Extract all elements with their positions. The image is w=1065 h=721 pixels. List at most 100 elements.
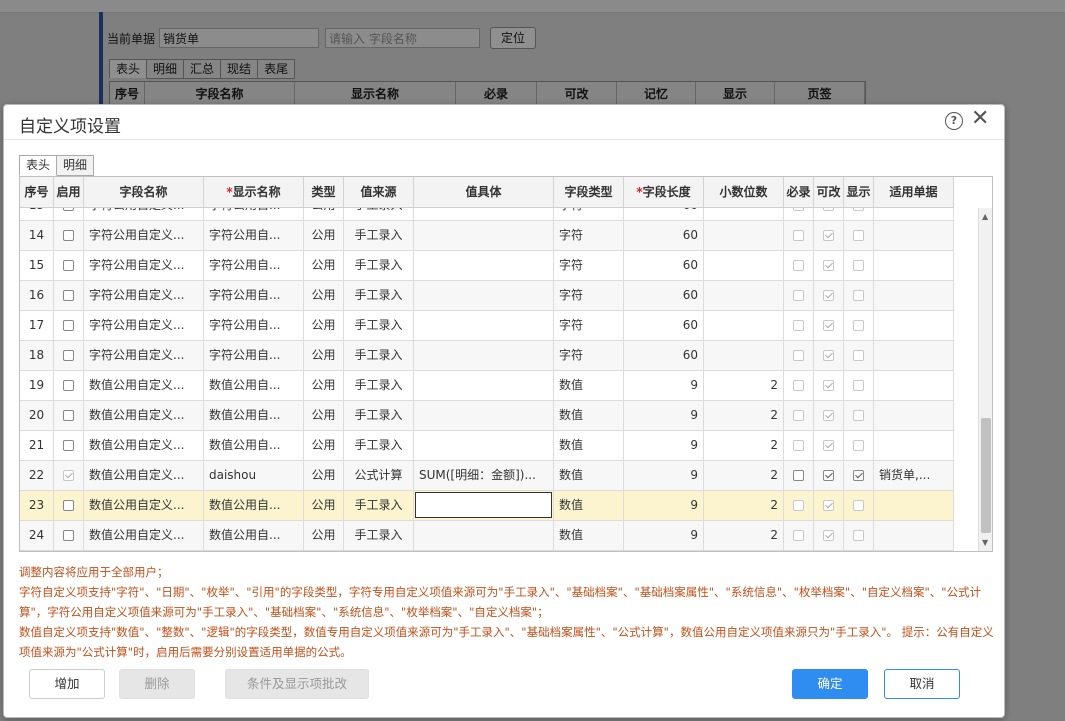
cell-value-detail[interactable] <box>414 431 554 460</box>
cell-applicable-doc[interactable] <box>874 521 954 550</box>
cell-decimals[interactable] <box>704 341 784 370</box>
table-row[interactable]: 21 数值公用自定义... 数值公用自... 公用 手工录入 数值 9 2 <box>20 431 954 461</box>
current-doc-field[interactable]: 销货单 <box>159 28 320 48</box>
cell-display-name[interactable]: 字符公用自... <box>204 221 304 250</box>
cell-applicable-doc[interactable] <box>874 491 954 520</box>
table-row[interactable]: 20 数值公用自定义... 数值公用自... 公用 手工录入 数值 9 2 <box>20 401 954 431</box>
cell-value-detail[interactable] <box>414 371 554 400</box>
cell-field-length[interactable]: 9 <box>624 401 704 430</box>
cell-value-source[interactable]: 手工录入 <box>344 431 414 460</box>
cell-enabled[interactable] <box>54 341 84 370</box>
bg-tab-cash[interactable]: 现结 <box>220 59 258 79</box>
cell-value-detail[interactable] <box>414 341 554 370</box>
cell-enabled[interactable] <box>54 221 84 250</box>
table-row[interactable]: 16 字符公用自定义... 字符公用自... 公用 手工录入 字符 60 <box>20 281 954 311</box>
cell-display-name[interactable]: 数值公用自... <box>204 431 304 460</box>
cell-field-length[interactable]: 60 <box>624 281 704 310</box>
cell-enabled[interactable] <box>54 401 84 430</box>
checkbox[interactable] <box>63 208 74 211</box>
cell-decimals[interactable]: 2 <box>704 371 784 400</box>
cell-enabled[interactable] <box>54 311 84 340</box>
cell-value-detail[interactable] <box>414 281 554 310</box>
cell-applicable-doc[interactable] <box>874 221 954 250</box>
cell-field-type[interactable]: 数值 <box>554 461 624 490</box>
cell-value-detail[interactable] <box>414 251 554 280</box>
checkbox[interactable] <box>853 470 864 481</box>
checkbox[interactable] <box>63 500 74 511</box>
cell-field-type[interactable]: 字符 <box>554 221 624 250</box>
cell-field-type[interactable]: 字符 <box>554 251 624 280</box>
checkbox[interactable] <box>63 350 74 361</box>
table-row[interactable]: 13 字符公用自定义...字符公用自...公用手工录入 字符60 <box>20 208 954 221</box>
cell-required[interactable] <box>784 461 814 490</box>
cell-value-detail[interactable] <box>414 401 554 430</box>
cell-enabled[interactable] <box>54 251 84 280</box>
bg-tab-detail[interactable]: 明细 <box>146 59 184 79</box>
cell-display-name[interactable]: 数值公用自... <box>204 371 304 400</box>
cell-field-type[interactable]: 数值 <box>554 521 624 550</box>
cell-field-length[interactable]: 9 <box>624 491 704 520</box>
cell-display-name[interactable]: 字符公用自... <box>204 281 304 310</box>
cell-field-length[interactable]: 60 <box>624 221 704 250</box>
cell-decimals[interactable] <box>704 281 784 310</box>
table-row[interactable]: 18 字符公用自定义... 字符公用自... 公用 手工录入 字符 60 <box>20 341 954 371</box>
cell-applicable-doc[interactable] <box>874 208 954 220</box>
cell-display-name[interactable]: 字符公用自... <box>204 341 304 370</box>
cell-display-name[interactable]: daishou <box>204 461 304 490</box>
cell-field-type[interactable]: 字符 <box>554 311 624 340</box>
table-row[interactable]: 15 字符公用自定义... 字符公用自... 公用 手工录入 字符 60 <box>20 251 954 281</box>
checkbox[interactable] <box>63 230 74 241</box>
cell-decimals[interactable]: 2 <box>704 491 784 520</box>
checkbox[interactable] <box>793 470 804 481</box>
cell-field-length[interactable]: 9 <box>624 461 704 490</box>
checkbox[interactable] <box>63 440 74 451</box>
cell-field-length[interactable]: 60 <box>624 341 704 370</box>
cell-applicable-doc[interactable]: 销货单,... <box>874 461 954 490</box>
cell-field-type[interactable]: 数值 <box>554 371 624 400</box>
table-row[interactable]: 14 字符公用自定义... 字符公用自... 公用 手工录入 字符 60 <box>20 221 954 251</box>
locate-button[interactable]: 定位 <box>490 27 537 49</box>
cell-value-source[interactable]: 手工录入 <box>344 208 414 220</box>
field-search-input[interactable]: 请输入 字段名称 <box>325 28 481 48</box>
cell-value-detail[interactable] <box>414 208 554 220</box>
cell-applicable-doc[interactable] <box>874 311 954 340</box>
bg-tab-header[interactable]: 表头 <box>109 59 147 78</box>
batch-edit-button[interactable]: 条件及显示项批改 <box>225 669 369 699</box>
cell-value-source[interactable]: 公式计算 <box>344 461 414 490</box>
cell-display-name[interactable]: 字符公用自... <box>204 208 304 220</box>
cell-value-source[interactable]: 手工录入 <box>344 401 414 430</box>
cell-field-length[interactable]: 60 <box>624 251 704 280</box>
cell-display-name[interactable]: 字符公用自... <box>204 311 304 340</box>
cell-enabled[interactable] <box>54 431 84 460</box>
cell-field-type[interactable]: 数值 <box>554 491 624 520</box>
cell-decimals[interactable]: 2 <box>704 401 784 430</box>
cell-editable[interactable] <box>814 461 844 490</box>
cell-field-type[interactable]: 字符 <box>554 341 624 370</box>
cell-enabled[interactable] <box>54 521 84 550</box>
cell-enabled[interactable] <box>54 371 84 400</box>
cell-value-source[interactable]: 手工录入 <box>344 491 414 520</box>
cell-applicable-doc[interactable] <box>874 371 954 400</box>
cell-applicable-doc[interactable] <box>874 251 954 280</box>
cell-applicable-doc[interactable] <box>874 281 954 310</box>
scroll-down-icon[interactable]: ▼ <box>982 538 988 547</box>
cell-decimals[interactable]: 2 <box>704 461 784 490</box>
checkbox[interactable] <box>823 470 834 481</box>
checkbox[interactable] <box>63 320 74 331</box>
cell-applicable-doc[interactable] <box>874 401 954 430</box>
cell-value-source[interactable]: 手工录入 <box>344 281 414 310</box>
cell-decimals[interactable] <box>704 208 784 220</box>
cell-value-source[interactable]: 手工录入 <box>344 221 414 250</box>
tab-header[interactable]: 表头 <box>19 155 58 176</box>
cell-display-name[interactable]: 数值公用自... <box>204 521 304 550</box>
checkbox[interactable] <box>63 290 74 301</box>
cell-display-name[interactable]: 数值公用自... <box>204 491 304 520</box>
close-icon[interactable]: ✕ <box>971 108 989 130</box>
scroll-up-icon[interactable]: ▲ <box>982 212 988 221</box>
cell-decimals[interactable]: 2 <box>704 431 784 460</box>
add-button[interactable]: 增加 <box>29 669 105 699</box>
cell-field-length[interactable]: 9 <box>624 521 704 550</box>
checkbox[interactable] <box>63 530 74 541</box>
table-row[interactable]: 19 数值公用自定义... 数值公用自... 公用 手工录入 数值 9 2 <box>20 371 954 401</box>
table-row[interactable]: 22 数值公用自定义... daishou 公用 公式计算 SUM([明细：金额])...… <box>20 461 954 491</box>
